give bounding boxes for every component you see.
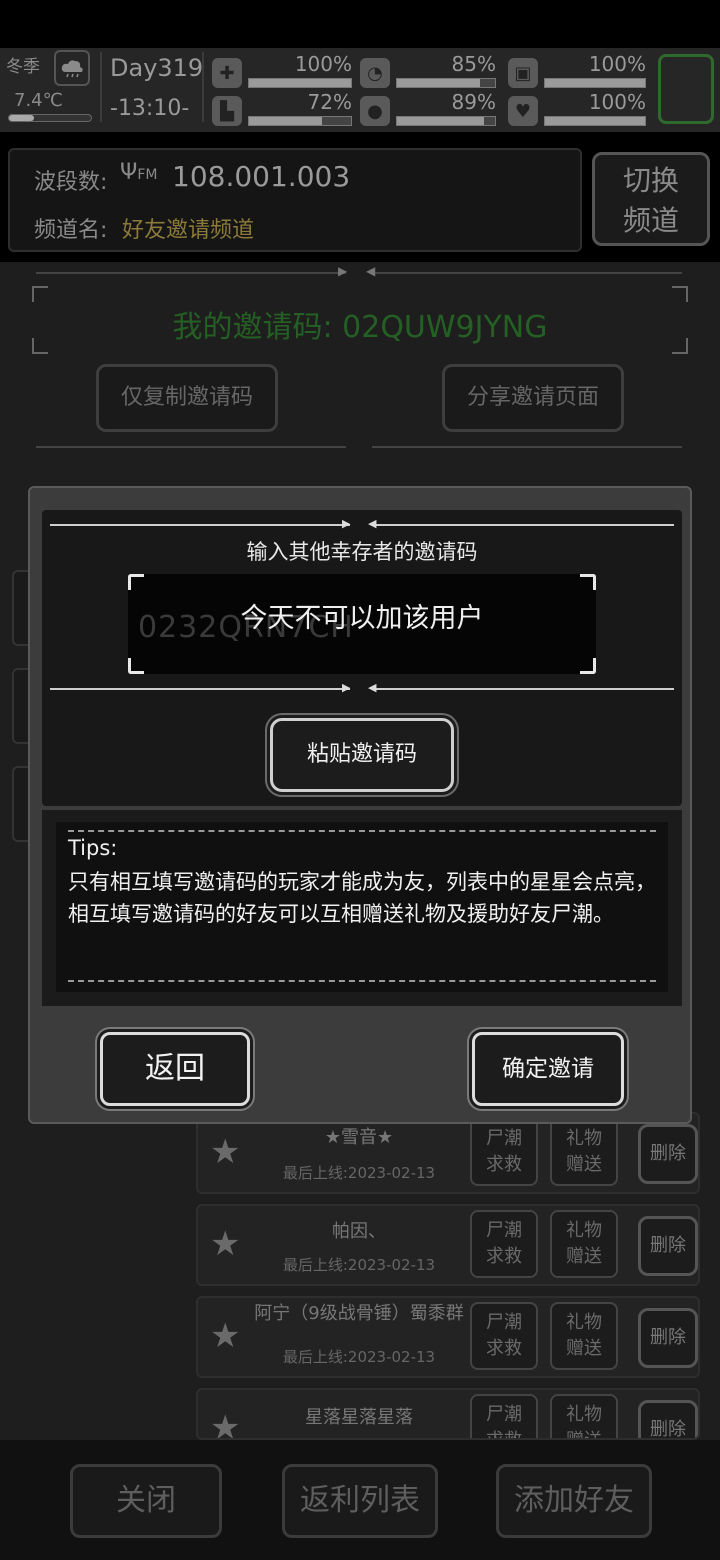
game-clock: -13:10-	[110, 96, 190, 121]
delete-friend-button[interactable]: 删除	[638, 1400, 698, 1438]
channel-name: 好友邀请频道	[122, 218, 255, 243]
day-counter: Day319	[110, 54, 204, 82]
channel-panel: 波段数: ΨFM 108.001.003 频道名: 好友邀请频道	[8, 148, 582, 252]
rebate-list-button[interactable]: 返利列表	[282, 1464, 438, 1538]
add-friend-button[interactable]: 添加好友	[496, 1464, 652, 1538]
confirm-invite-button[interactable]: 确定邀请	[472, 1032, 624, 1106]
star-icon: ★	[210, 1132, 241, 1172]
stat-value: 100%	[294, 52, 352, 76]
temperature-bar	[8, 114, 92, 122]
copy-invite-code-button[interactable]: 仅复制邀请码	[96, 364, 278, 432]
tips-panel: Tips: 只有相互填写邀请码的玩家才能成为友，列表中的星星会点亮，相互填写邀请…	[42, 810, 682, 1006]
delete-friend-button[interactable]: 删除	[638, 1308, 698, 1368]
divider	[36, 272, 346, 274]
switch-channel-button[interactable]: 切换 频道	[592, 152, 710, 246]
arrow-right-icon: ▶	[342, 681, 351, 694]
friend-name: 阿宁（9级战骨锤）蜀黍群	[254, 1303, 464, 1324]
weather-cloud-icon	[54, 50, 90, 86]
arrow-right-icon: ▶	[342, 517, 351, 530]
stat-thirst: ● 89%	[360, 90, 496, 128]
tips-box: Tips: 只有相互填写邀请码的玩家才能成为友，列表中的星星会点亮，相互填写邀请…	[56, 822, 668, 992]
friend-name: 星落星落星落	[305, 1407, 413, 1428]
stat-health: ✚ 100%	[212, 52, 352, 90]
friend-name: 帕因、	[332, 1221, 386, 1242]
arrow-left-icon: ◀	[368, 517, 377, 530]
divider	[374, 688, 674, 690]
fm-antenna-icon: ΨFM	[120, 160, 158, 185]
stat-value: 89%	[451, 90, 496, 114]
energy-icon: ▣	[508, 58, 538, 88]
arrow-left-icon: ◀	[366, 264, 376, 278]
divider	[50, 524, 350, 526]
character-slot-button[interactable]	[658, 54, 714, 124]
friend-name: ★雪音★	[324, 1127, 394, 1148]
stat-value: 100%	[588, 52, 646, 76]
friend-row: ★ ★雪音★ 最后上线:2023-02-13 尸潮 求救 礼物 赠送 删除	[196, 1112, 700, 1194]
water-drop-icon: ●	[360, 96, 390, 126]
divider	[36, 446, 346, 448]
stat-bar	[544, 116, 646, 126]
zombie-rescue-button[interactable]: 尸潮求救	[470, 1118, 538, 1186]
paste-invite-code-button[interactable]: 粘贴邀请码	[270, 718, 454, 792]
season-label: 冬季	[6, 57, 40, 77]
star-icon: ★	[210, 1224, 241, 1264]
medkit-icon: ✚	[212, 58, 242, 88]
gift-button[interactable]: 礼物赠送	[550, 1118, 618, 1186]
enter-invite-code-dialog: ▶ ◀ 输入其他幸存者的邀请码 0232QRN7CH 今天不可以加该用户 ▶ ◀…	[28, 486, 692, 1124]
last-online: 最后上线:2023-02-13	[282, 1256, 436, 1274]
stat-stamina: ▙ 72%	[212, 90, 352, 128]
boot-icon: ▙	[212, 96, 242, 126]
band-value: 108.001.003	[172, 160, 351, 193]
status-bar: 冬季 7.4℃ Day319 -13:10- ✚ 100% ◔ 85% ▣ 10…	[0, 48, 720, 132]
stat-energy: ▣ 100%	[508, 52, 646, 90]
arrow-right-icon: ▶	[338, 264, 348, 278]
stat-bar	[396, 78, 496, 88]
temperature: 7.4℃	[14, 90, 63, 111]
back-button[interactable]: 返回	[100, 1032, 250, 1106]
last-online: 最后上线:2023-02-13	[282, 1164, 436, 1182]
zombie-rescue-button[interactable]: 尸潮求救	[470, 1302, 538, 1370]
tips-text: 只有相互填写邀请码的玩家才能成为友，列表中的星星会点亮，相互填写邀请码的好友可以…	[68, 870, 656, 926]
friend-row: ★ 帕因、 最后上线:2023-02-13 尸潮 求救 礼物 赠送 删除	[196, 1204, 700, 1286]
stat-value: 85%	[451, 52, 496, 76]
stat-bar	[248, 78, 352, 88]
stat-value: 100%	[588, 90, 646, 114]
stat-value: 72%	[307, 90, 352, 114]
stat-bar	[544, 78, 646, 88]
gift-button[interactable]: 礼物赠送	[550, 1302, 618, 1370]
divider	[374, 524, 674, 526]
channel-label: 频道名:	[34, 218, 108, 243]
delete-friend-button[interactable]: 删除	[638, 1124, 698, 1184]
last-online: 最后上线:2023-02-13	[282, 1348, 436, 1366]
stat-bar	[248, 116, 352, 126]
divider	[50, 688, 350, 690]
delete-friend-button[interactable]: 删除	[638, 1216, 698, 1276]
band-label: 波段数:	[34, 170, 108, 195]
tips-title: Tips:	[68, 836, 118, 860]
divider	[372, 446, 682, 448]
stat-mood: ♥ 100%	[508, 90, 646, 128]
gift-button[interactable]: 礼物赠送	[550, 1394, 618, 1438]
share-invite-page-button[interactable]: 分享邀请页面	[442, 364, 624, 432]
gift-button[interactable]: 礼物赠送	[550, 1210, 618, 1278]
divider	[372, 272, 682, 274]
stat-bar	[396, 116, 496, 126]
dialog-title: 输入其他幸存者的邀请码	[246, 540, 478, 564]
arrow-left-icon: ◀	[368, 681, 377, 694]
hunger-icon: ◔	[360, 58, 390, 88]
zombie-rescue-button[interactable]: 尸潮求救	[470, 1210, 538, 1278]
zombie-rescue-button[interactable]: 尸潮求救	[470, 1394, 538, 1438]
stat-hunger: ◔ 85%	[360, 52, 496, 90]
divider	[202, 52, 204, 122]
friend-row: ★ 星落星落星落 尸潮求救 礼物赠送 删除	[196, 1388, 700, 1440]
error-toast: 今天不可以加该用户	[240, 603, 484, 634]
friend-row: ★ 阿宁（9级战骨锤）蜀黍群 最后上线:2023-02-13 尸潮 求救 礼物 赠送…	[196, 1296, 700, 1378]
star-icon: ★	[210, 1408, 241, 1440]
close-button[interactable]: 关闭	[70, 1464, 222, 1538]
invite-code-input[interactable]: 0232QRN7CH 今天不可以加该用户	[128, 574, 596, 674]
star-icon: ★	[210, 1316, 241, 1356]
divider	[100, 52, 102, 122]
my-invite-code: 我的邀请码: 02QUW9JYNG	[172, 310, 548, 345]
heart-icon: ♥	[508, 96, 538, 126]
